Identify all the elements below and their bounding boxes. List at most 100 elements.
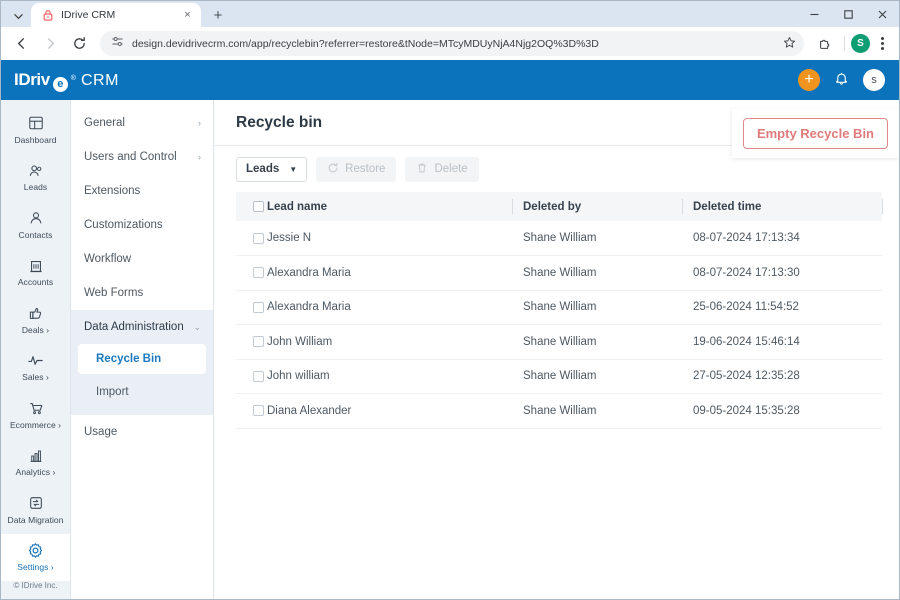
row-checkbox[interactable] <box>253 267 264 279</box>
sidebar-item-data-migration[interactable]: Data Migration <box>1 486 70 534</box>
close-icon[interactable]: × <box>180 8 195 23</box>
site-settings-icon[interactable] <box>111 35 124 53</box>
minimize-icon[interactable] <box>797 1 831 27</box>
submenu-item-import[interactable]: Import <box>78 377 206 407</box>
tab-search-icon[interactable] <box>5 5 31 27</box>
sidebar-label: Leads <box>23 182 48 193</box>
table-row[interactable]: Diana Alexander Shane William 09-05-2024… <box>236 393 882 429</box>
column-header-lead-name[interactable]: Lead name <box>267 192 512 221</box>
address-bar[interactable]: design.devidrivecrm.com/app/recyclebin?r… <box>100 31 804 56</box>
cell-lead-name: Alexandra Maria <box>267 255 512 291</box>
sidebar-item-ecommerce[interactable]: Ecommerce › <box>1 391 70 439</box>
column-header-deleted-by[interactable]: Deleted by <box>512 192 682 221</box>
logo-registered-mark: ® <box>70 75 76 82</box>
submenu-item-workflow[interactable]: Workflow <box>71 242 213 276</box>
back-icon[interactable] <box>8 30 35 57</box>
select-all-header <box>236 192 267 221</box>
gear-icon <box>27 542 44 559</box>
submenu-item-customizations[interactable]: Customizations <box>71 208 213 242</box>
row-checkbox[interactable] <box>253 301 264 313</box>
submenu-item-usage[interactable]: Usage <box>71 415 213 449</box>
app-header: IDriv e ® CRM + s <box>1 60 899 100</box>
logo-crm-text: CRM <box>80 72 119 89</box>
submenu-label: Recycle Bin <box>96 353 162 365</box>
row-checkbox[interactable] <box>253 232 264 244</box>
main-content: Empty Recycle Bin Recycle bin Leads ▼ Re… <box>214 100 899 599</box>
delete-button[interactable]: Delete <box>405 156 479 182</box>
sidebar-footer-copyright: © IDrive Inc. <box>13 581 58 590</box>
column-header-label: Deleted by <box>523 200 582 213</box>
submenu-item-extensions[interactable]: Extensions <box>71 174 213 208</box>
table-body: Jessie N Shane William 08-07-2024 17:13:… <box>236 221 882 429</box>
empty-recycle-bin-card: Empty Recycle Bin <box>731 109 899 158</box>
sidebar-item-settings[interactable]: Settings › <box>1 533 70 581</box>
sidebar-item-contacts[interactable]: Contacts <box>1 201 70 249</box>
bookmark-star-icon[interactable] <box>783 36 796 52</box>
browser-toolbar: design.devidrivecrm.com/app/recyclebin?r… <box>1 27 899 60</box>
window-controls <box>797 1 899 27</box>
sidebar-item-deals[interactable]: Deals › <box>1 296 70 344</box>
restore-button[interactable]: Restore <box>316 156 397 182</box>
primary-sidebar: Dashboard Leads Contacts Accounts Deals … <box>1 100 71 599</box>
submenu-item-general[interactable]: General › <box>71 106 213 140</box>
select-all-checkbox[interactable] <box>253 201 264 212</box>
cell-deleted-by: Shane William <box>512 359 682 394</box>
delete-button-label: Delete <box>434 163 468 175</box>
browser-tab[interactable]: IDrive CRM × <box>31 3 201 27</box>
row-checkbox[interactable] <box>253 405 264 417</box>
submenu-label: Usage <box>84 426 118 438</box>
add-button[interactable]: + <box>798 69 820 91</box>
puzzle-icon[interactable] <box>811 30 838 57</box>
table-row[interactable]: Jessie N Shane William 08-07-2024 17:13:… <box>236 221 882 256</box>
leads-icon <box>28 162 44 179</box>
recycle-bin-table-wrapper: Lead name Deleted by Deleted time Jessie… <box>214 192 899 599</box>
tab-strip: IDrive CRM × + <box>1 1 899 27</box>
user-avatar[interactable]: s <box>863 69 885 91</box>
submenu-item-recycle-bin[interactable]: Recycle Bin <box>78 344 206 374</box>
row-select-cell <box>236 393 267 429</box>
submenu-item-data-administration[interactable]: Data Administration ⌄ <box>71 310 213 344</box>
sidebar-item-sales[interactable]: Sales › <box>1 344 70 392</box>
sidebar-label: Analytics › <box>15 467 56 478</box>
browser-menu-icon[interactable] <box>872 37 892 50</box>
module-select[interactable]: Leads ▼ <box>236 156 308 182</box>
app-logo[interactable]: IDriv e ® CRM <box>14 70 119 92</box>
table-row[interactable]: Alexandra Maria Shane William 08-07-2024… <box>236 255 882 291</box>
notification-bell-icon[interactable] <box>834 71 849 90</box>
sidebar-item-dashboard[interactable]: Dashboard <box>1 106 70 154</box>
close-window-icon[interactable] <box>865 1 899 27</box>
row-checkbox[interactable] <box>253 370 264 382</box>
sidebar-item-analytics[interactable]: Analytics › <box>1 439 70 487</box>
new-tab-button[interactable]: + <box>205 3 231 27</box>
sidebar-label: Accounts <box>17 277 54 288</box>
maximize-icon[interactable] <box>831 1 865 27</box>
deals-icon <box>28 305 44 322</box>
reload-icon[interactable] <box>66 30 93 57</box>
sidebar-item-leads[interactable]: Leads <box>1 154 70 202</box>
table-row[interactable]: Alexandra Maria Shane William 25-06-2024… <box>236 290 882 325</box>
row-select-cell <box>236 290 267 325</box>
forward-icon[interactable] <box>37 30 64 57</box>
browser-window: IDrive CRM × + design.devidrivecrm.com/a… <box>0 0 900 600</box>
browser-profile-avatar[interactable]: S <box>851 34 870 53</box>
table-header: Lead name Deleted by Deleted time <box>236 192 883 221</box>
page-viewport: IDriv e ® CRM + s Dashboard Leads Contac… <box>1 60 899 599</box>
submenu-item-users-and-control[interactable]: Users and Control › <box>71 140 213 174</box>
cell-deleted-by: Shane William <box>512 393 682 429</box>
empty-recycle-bin-button[interactable]: Empty Recycle Bin <box>742 118 888 149</box>
cell-lead-name: Jessie N <box>267 221 512 256</box>
sidebar-label: Settings › <box>17 562 54 573</box>
chevron-right-icon: › <box>198 152 201 162</box>
table-row[interactable]: John William Shane William 19-06-2024 15… <box>236 324 882 360</box>
column-header-deleted-time[interactable]: Deleted time <box>682 192 882 221</box>
sidebar-item-accounts[interactable]: Accounts <box>1 249 70 297</box>
module-select-value: Leads <box>246 163 280 175</box>
sidebar-label: Deals › <box>21 324 50 335</box>
contacts-icon <box>28 210 44 227</box>
table-row[interactable]: John william Shane William 27-05-2024 12… <box>236 359 882 394</box>
cell-deleted-time: 27-05-2024 12:35:28 <box>682 359 882 394</box>
chevron-down-icon: ▼ <box>289 164 298 174</box>
row-select-cell <box>236 221 267 256</box>
row-checkbox[interactable] <box>253 336 264 348</box>
submenu-item-web-forms[interactable]: Web Forms <box>71 276 213 310</box>
